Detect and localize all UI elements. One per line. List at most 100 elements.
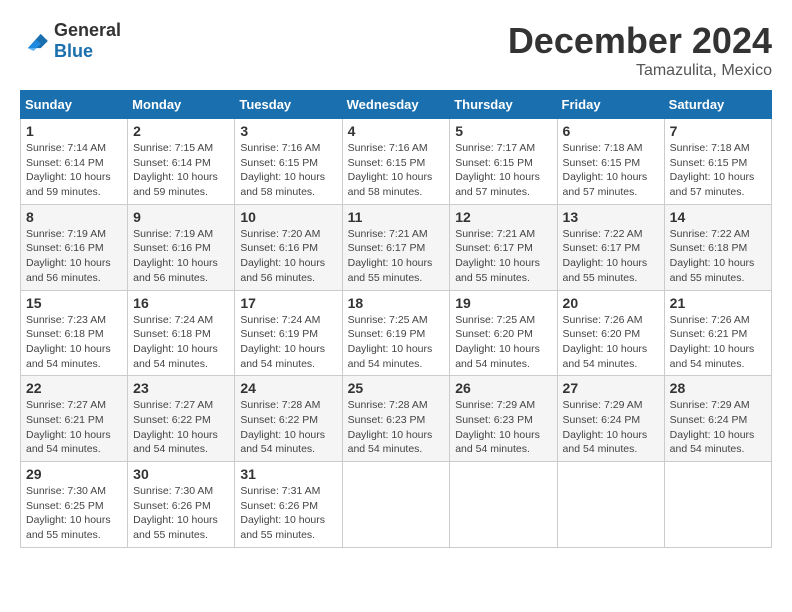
calendar-week: 22 Sunrise: 7:27 AMSunset: 6:21 PMDayligh… (21, 376, 772, 462)
day-header: Wednesday (342, 91, 450, 119)
calendar-cell: 2 Sunrise: 7:15 AMSunset: 6:14 PMDaylight… (128, 119, 235, 205)
day-number: 24 (240, 380, 336, 396)
day-info: Sunrise: 7:22 AMSunset: 6:18 PMDaylight:… (670, 227, 766, 286)
day-info: Sunrise: 7:14 AMSunset: 6:14 PMDaylight:… (26, 141, 122, 200)
calendar-cell: 26 Sunrise: 7:29 AMSunset: 6:23 PMDayligh… (450, 376, 557, 462)
day-info: Sunrise: 7:30 AMSunset: 6:25 PMDaylight:… (26, 484, 122, 543)
calendar-cell (664, 462, 771, 548)
day-number: 16 (133, 295, 229, 311)
day-info: Sunrise: 7:28 AMSunset: 6:23 PMDaylight:… (348, 398, 445, 457)
logo-text: General Blue (54, 20, 121, 62)
day-info: Sunrise: 7:29 AMSunset: 6:24 PMDaylight:… (670, 398, 766, 457)
day-info: Sunrise: 7:27 AMSunset: 6:22 PMDaylight:… (133, 398, 229, 457)
day-number: 21 (670, 295, 766, 311)
day-number: 2 (133, 123, 229, 139)
day-info: Sunrise: 7:16 AMSunset: 6:15 PMDaylight:… (348, 141, 445, 200)
day-info: Sunrise: 7:15 AMSunset: 6:14 PMDaylight:… (133, 141, 229, 200)
day-info: Sunrise: 7:25 AMSunset: 6:19 PMDaylight:… (348, 313, 445, 372)
day-number: 5 (455, 123, 551, 139)
calendar-cell: 6Sunrise: 7:18 AMSunset: 6:15 PMDaylight… (557, 119, 664, 205)
calendar-cell: 29 Sunrise: 7:30 AMSunset: 6:25 PMDayligh… (21, 462, 128, 548)
day-header: Monday (128, 91, 235, 119)
day-number: 22 (26, 380, 122, 396)
day-number: 18 (348, 295, 445, 311)
location-title: Tamazulita, Mexico (508, 62, 772, 80)
calendar-cell: 24 Sunrise: 7:28 AMSunset: 6:22 PMDayligh… (235, 376, 342, 462)
day-info: Sunrise: 7:16 AMSunset: 6:15 PMDaylight:… (240, 141, 336, 200)
calendar-cell: 25 Sunrise: 7:28 AMSunset: 6:23 PMDayligh… (342, 376, 450, 462)
calendar-cell: 14 Sunrise: 7:22 AMSunset: 6:18 PMDayligh… (664, 204, 771, 290)
calendar-cell: 7Sunrise: 7:18 AMSunset: 6:15 PMDaylight… (664, 119, 771, 205)
calendar-week: 29 Sunrise: 7:30 AMSunset: 6:25 PMDayligh… (21, 462, 772, 548)
day-info: Sunrise: 7:28 AMSunset: 6:22 PMDaylight:… (240, 398, 336, 457)
calendar-cell: 16Sunrise: 7:24 AMSunset: 6:18 PMDayligh… (128, 290, 235, 376)
day-number: 30 (133, 466, 229, 482)
calendar-cell: 30 Sunrise: 7:30 AMSunset: 6:26 PMDayligh… (128, 462, 235, 548)
calendar-cell: 20 Sunrise: 7:26 AMSunset: 6:20 PMDayligh… (557, 290, 664, 376)
calendar-cell: 23 Sunrise: 7:27 AMSunset: 6:22 PMDayligh… (128, 376, 235, 462)
day-info: Sunrise: 7:26 AMSunset: 6:21 PMDaylight:… (670, 313, 766, 372)
day-info: Sunrise: 7:25 AMSunset: 6:20 PMDaylight:… (455, 313, 551, 372)
day-info: Sunrise: 7:21 AMSunset: 6:17 PMDaylight:… (348, 227, 445, 286)
day-info: Sunrise: 7:24 AMSunset: 6:19 PMDaylight:… (240, 313, 336, 372)
day-info: Sunrise: 7:27 AMSunset: 6:21 PMDaylight:… (26, 398, 122, 457)
day-number: 19 (455, 295, 551, 311)
calendar-cell: 13Sunrise: 7:22 AMSunset: 6:17 PMDayligh… (557, 204, 664, 290)
calendar-week: 8 Sunrise: 7:19 AMSunset: 6:16 PMDaylight… (21, 204, 772, 290)
day-number: 17 (240, 295, 336, 311)
day-number: 12 (455, 209, 551, 225)
calendar: SundayMondayTuesdayWednesdayThursdayFrid… (20, 90, 772, 548)
day-info: Sunrise: 7:29 AMSunset: 6:23 PMDaylight:… (455, 398, 551, 457)
day-number: 8 (26, 209, 122, 225)
calendar-cell: 21 Sunrise: 7:26 AMSunset: 6:21 PMDayligh… (664, 290, 771, 376)
calendar-cell: 1 Sunrise: 7:14 AMSunset: 6:14 PMDaylight… (21, 119, 128, 205)
calendar-cell: 18 Sunrise: 7:25 AMSunset: 6:19 PMDayligh… (342, 290, 450, 376)
calendar-cell: 10Sunrise: 7:20 AMSunset: 6:16 PMDayligh… (235, 204, 342, 290)
calendar-cell: 12Sunrise: 7:21 AMSunset: 6:17 PMDayligh… (450, 204, 557, 290)
day-number: 26 (455, 380, 551, 396)
day-info: Sunrise: 7:30 AMSunset: 6:26 PMDaylight:… (133, 484, 229, 543)
calendar-cell: 5 Sunrise: 7:17 AMSunset: 6:15 PMDaylight… (450, 119, 557, 205)
day-number: 31 (240, 466, 336, 482)
day-header: Thursday (450, 91, 557, 119)
day-info: Sunrise: 7:18 AMSunset: 6:15 PMDaylight:… (670, 141, 766, 200)
day-header: Tuesday (235, 91, 342, 119)
day-number: 1 (26, 123, 122, 139)
day-number: 29 (26, 466, 122, 482)
calendar-week: 15Sunrise: 7:23 AMSunset: 6:18 PMDayligh… (21, 290, 772, 376)
day-number: 20 (563, 295, 659, 311)
day-info: Sunrise: 7:19 AMSunset: 6:16 PMDaylight:… (133, 227, 229, 286)
logo: General Blue (20, 20, 121, 62)
day-number: 23 (133, 380, 229, 396)
day-info: Sunrise: 7:23 AMSunset: 6:18 PMDaylight:… (26, 313, 122, 372)
calendar-cell: 15Sunrise: 7:23 AMSunset: 6:18 PMDayligh… (21, 290, 128, 376)
calendar-cell: 19 Sunrise: 7:25 AMSunset: 6:20 PMDayligh… (450, 290, 557, 376)
day-number: 10 (240, 209, 336, 225)
calendar-cell: 11 Sunrise: 7:21 AMSunset: 6:17 PMDayligh… (342, 204, 450, 290)
calendar-cell: 4Sunrise: 7:16 AMSunset: 6:15 PMDaylight… (342, 119, 450, 205)
day-number: 28 (670, 380, 766, 396)
calendar-cell: 3 Sunrise: 7:16 AMSunset: 6:15 PMDaylight… (235, 119, 342, 205)
day-number: 11 (348, 209, 445, 225)
day-number: 14 (670, 209, 766, 225)
day-header: Sunday (21, 91, 128, 119)
calendar-cell: 28 Sunrise: 7:29 AMSunset: 6:24 PMDayligh… (664, 376, 771, 462)
calendar-week: 1 Sunrise: 7:14 AMSunset: 6:14 PMDaylight… (21, 119, 772, 205)
day-info: Sunrise: 7:31 AMSunset: 6:26 PMDaylight:… (240, 484, 336, 543)
day-header: Saturday (664, 91, 771, 119)
header: General Blue December 2024 Tamazulita, M… (20, 20, 772, 80)
calendar-cell (557, 462, 664, 548)
calendar-cell: 22 Sunrise: 7:27 AMSunset: 6:21 PMDayligh… (21, 376, 128, 462)
day-header: Friday (557, 91, 664, 119)
day-number: 3 (240, 123, 336, 139)
day-info: Sunrise: 7:19 AMSunset: 6:16 PMDaylight:… (26, 227, 122, 286)
day-number: 25 (348, 380, 445, 396)
calendar-cell: 31 Sunrise: 7:31 AMSunset: 6:26 PMDayligh… (235, 462, 342, 548)
logo-icon (20, 31, 50, 51)
day-info: Sunrise: 7:17 AMSunset: 6:15 PMDaylight:… (455, 141, 551, 200)
calendar-cell: 8 Sunrise: 7:19 AMSunset: 6:16 PMDaylight… (21, 204, 128, 290)
calendar-cell: 17 Sunrise: 7:24 AMSunset: 6:19 PMDayligh… (235, 290, 342, 376)
calendar-cell: 27Sunrise: 7:29 AMSunset: 6:24 PMDayligh… (557, 376, 664, 462)
day-info: Sunrise: 7:26 AMSunset: 6:20 PMDaylight:… (563, 313, 659, 372)
calendar-cell (450, 462, 557, 548)
